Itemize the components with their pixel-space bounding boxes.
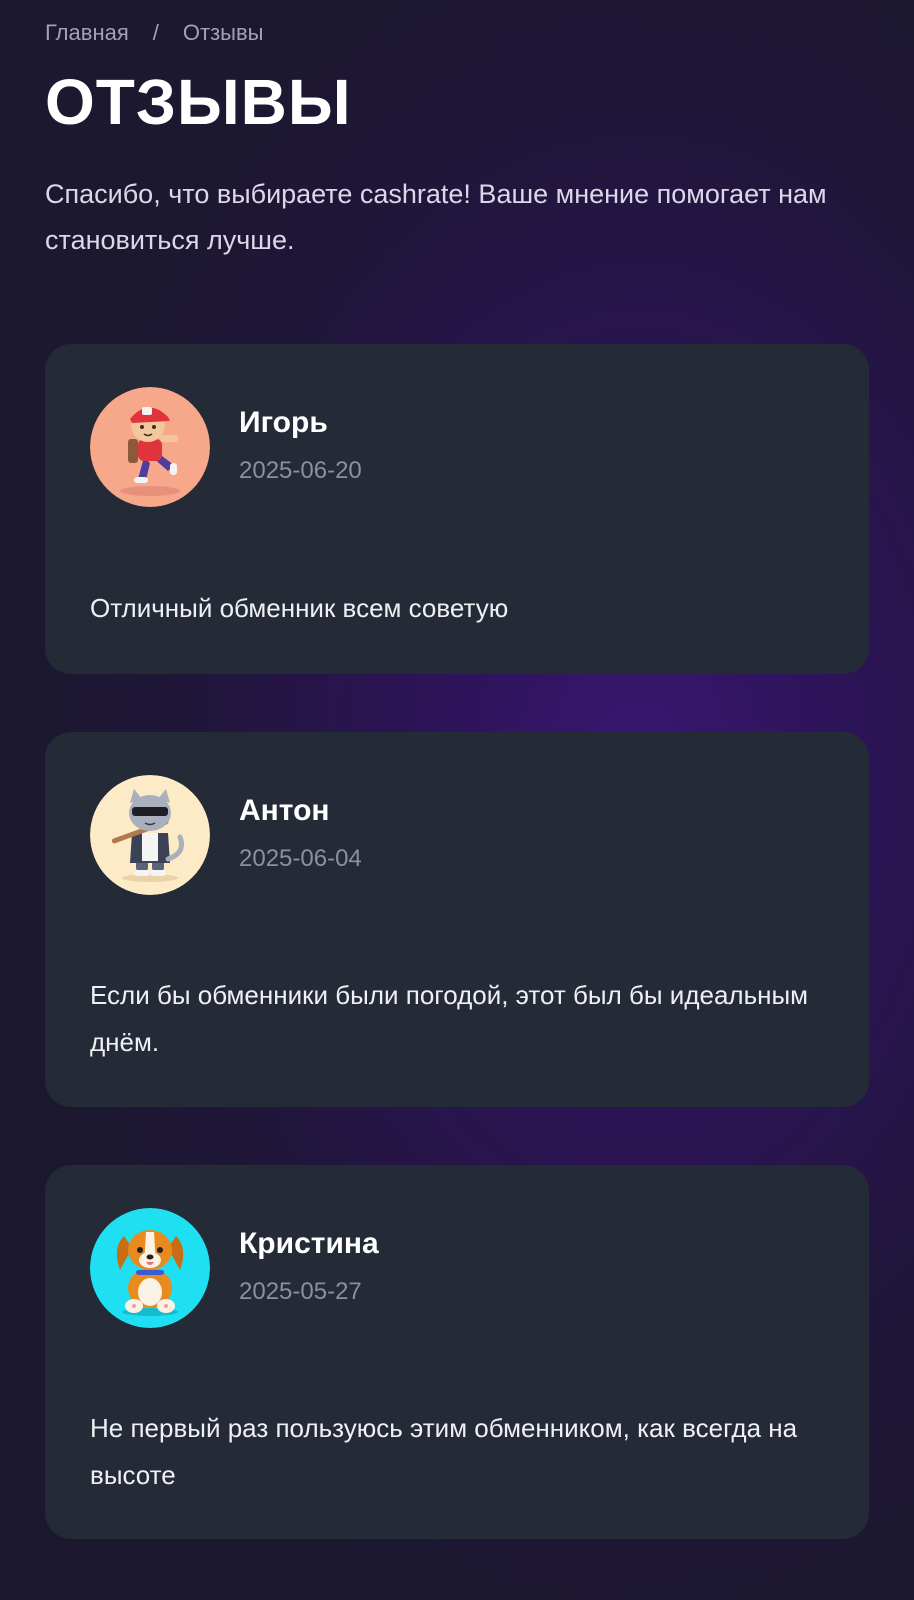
breadcrumb-home-link[interactable]: Главная [45,20,129,46]
cool-cat-sunglasses-icon [90,775,210,895]
review-card: Антон 2025-06-04 Если бы обменники были … [45,732,869,1107]
avatar [90,1208,210,1328]
breadcrumb: Главная / Отзывы [45,20,263,46]
avatar [90,775,210,895]
review-text: Отличный обменник всем советую [90,593,509,623]
review-text: Не первый раз пользуюсь этим обменником,… [90,1413,798,1490]
page-title: ОТЗЫВЫ [45,66,352,138]
boy-cap-skateboard-icon [90,387,210,507]
review-text: Если бы обменники были погодой, этот был… [90,980,809,1057]
breadcrumb-separator: / [152,20,159,45]
review-author: Игорь [239,406,328,439]
review-author: Антон [239,794,330,827]
review-card: Кристина 2025-05-27 Не первый раз пользу… [45,1165,869,1539]
page-intro: Спасибо, что выбираете cashrate! Ваше мн… [45,179,827,255]
review-date: 2025-06-20 [239,457,362,484]
review-date: 2025-06-04 [239,845,362,872]
avatar [90,387,210,507]
review-date: 2025-05-27 [239,1278,362,1305]
puppy-dog-icon [90,1208,210,1328]
breadcrumb-current: Отзывы [182,20,264,45]
review-author: Кристина [239,1227,379,1260]
review-card: Игорь 2025-06-20 Отличный обменник всем … [45,344,869,674]
